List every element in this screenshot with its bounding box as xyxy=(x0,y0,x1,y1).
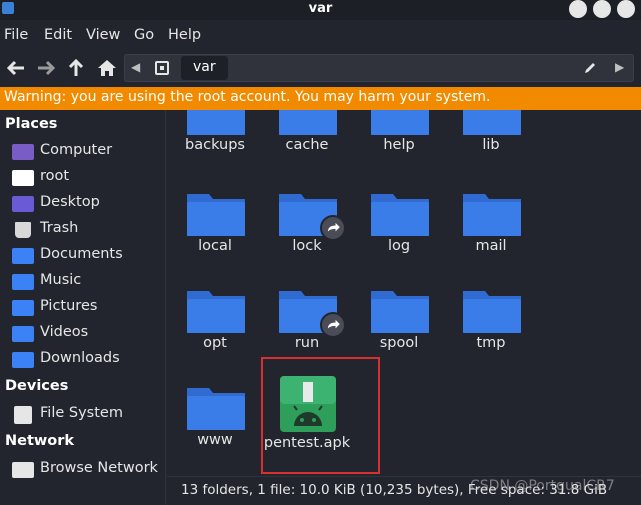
breadcrumb-var[interactable]: var xyxy=(181,56,228,80)
sidebar-item-browse-network[interactable]: Browse Network xyxy=(12,459,162,481)
sidebar-item-label: Trash xyxy=(40,220,79,236)
places-header: Places xyxy=(5,116,58,132)
folder-icon xyxy=(371,110,429,135)
title-bar: var xyxy=(0,0,641,20)
folder-cache[interactable]: cache xyxy=(262,110,352,177)
location-bar[interactable]: ◀ var ▶ xyxy=(124,54,634,82)
videos-icon xyxy=(12,326,34,342)
home-folder-icon xyxy=(12,170,34,186)
folder-icon xyxy=(187,110,245,135)
sidebar-item-trash[interactable]: Trash xyxy=(12,219,162,241)
menu-edit[interactable]: Edit xyxy=(44,27,72,43)
menu-view[interactable]: View xyxy=(86,27,120,43)
sidebar-item-root[interactable]: root xyxy=(12,167,162,189)
sidebar-item-label: Pictures xyxy=(40,298,98,314)
home-icon[interactable] xyxy=(95,56,119,80)
file-name: cache xyxy=(285,137,329,153)
highlight-box xyxy=(261,357,380,474)
close-button[interactable] xyxy=(617,0,635,18)
folder-icon xyxy=(187,291,245,333)
folder-local[interactable]: local xyxy=(170,188,260,278)
folder-icon xyxy=(371,194,429,236)
menu-go[interactable]: Go xyxy=(134,27,154,43)
trash-icon xyxy=(15,222,31,238)
folder-icon xyxy=(463,291,521,333)
sidebar-item-label: root xyxy=(40,168,70,184)
sidebar-item-label: Documents xyxy=(40,246,123,262)
file-name: backups xyxy=(185,137,245,153)
window-title: var xyxy=(308,1,333,16)
folder-backups[interactable]: backups xyxy=(170,110,260,177)
sidebar-item-documents[interactable]: Documents xyxy=(12,245,162,267)
minimize-button[interactable] xyxy=(569,0,587,18)
sidebar: Places Computer root Desktop Trash Docum… xyxy=(0,110,166,505)
folder-tmp[interactable]: tmp xyxy=(446,285,536,375)
menu-help[interactable]: Help xyxy=(168,27,201,43)
sidebar-item-desktop[interactable]: Desktop xyxy=(12,193,162,215)
folder-icon xyxy=(463,194,521,236)
folder-icon xyxy=(371,291,429,333)
folder-help[interactable]: help xyxy=(354,110,444,177)
file-name: lib xyxy=(482,137,500,153)
sidebar-item-label: Videos xyxy=(40,324,89,340)
file-name: tmp xyxy=(476,335,506,351)
sidebar-item-label: Downloads xyxy=(40,350,120,366)
forward-arrow-icon[interactable] xyxy=(34,56,58,80)
documents-icon xyxy=(12,248,34,264)
toolbar: ◀ var ▶ xyxy=(0,50,641,86)
devices-header: Devices xyxy=(5,378,69,394)
root-warning-banner: Warning: you are using the root account.… xyxy=(0,87,641,110)
folder-lock[interactable]: lock xyxy=(262,188,352,278)
network-header: Network xyxy=(5,433,75,449)
scroll-left-icon[interactable]: ◀ xyxy=(131,60,140,74)
watermark: CSDN @PortgualCR7 xyxy=(470,478,615,494)
folder-www[interactable]: www xyxy=(170,382,260,472)
folder-opt[interactable]: opt xyxy=(170,285,260,375)
pictures-icon xyxy=(12,300,34,316)
menu-file[interactable]: File xyxy=(4,27,28,43)
filesystem-root-icon[interactable] xyxy=(155,61,169,75)
sidebar-item-file-system[interactable]: File System xyxy=(12,404,162,426)
file-name: lock xyxy=(292,238,322,254)
file-name: run xyxy=(294,335,320,351)
folder-icon xyxy=(463,110,521,135)
desktop-icon xyxy=(12,196,34,212)
file-name: www xyxy=(197,432,233,448)
music-icon xyxy=(12,274,34,290)
folder-icon xyxy=(187,194,245,236)
file-name: mail xyxy=(475,238,507,254)
sidebar-item-label: Desktop xyxy=(40,194,100,210)
file-name: log xyxy=(387,238,411,254)
computer-icon xyxy=(12,144,34,160)
folder-log[interactable]: log xyxy=(354,188,444,278)
file-name: opt xyxy=(203,335,227,351)
sidebar-item-label: Browse Network xyxy=(40,460,158,476)
sidebar-item-computer[interactable]: Computer xyxy=(12,141,162,163)
network-icon xyxy=(12,462,34,478)
edit-pencil-icon[interactable] xyxy=(583,61,597,75)
maximize-button[interactable] xyxy=(593,0,611,18)
file-view[interactable]: backups cache help lib local lock log ma… xyxy=(167,110,641,476)
sidebar-item-downloads[interactable]: Downloads xyxy=(12,349,162,371)
sidebar-item-pictures[interactable]: Pictures xyxy=(12,297,162,319)
sidebar-item-label: Computer xyxy=(40,142,113,158)
folder-icon xyxy=(187,388,245,430)
menu-bar: File Edit View Go Help xyxy=(0,20,641,50)
folder-icon xyxy=(279,110,337,135)
file-name: help xyxy=(383,137,415,153)
sidebar-item-music[interactable]: Music xyxy=(12,271,162,293)
file-name: spool xyxy=(379,335,419,351)
downloads-icon xyxy=(12,352,34,368)
up-arrow-icon[interactable] xyxy=(64,56,88,80)
file-name: local xyxy=(198,238,232,254)
drive-icon xyxy=(14,406,32,424)
sidebar-item-label: File System xyxy=(40,405,123,421)
back-arrow-icon[interactable] xyxy=(4,56,28,80)
sidebar-item-label: Music xyxy=(40,272,82,288)
scroll-right-icon[interactable]: ▶ xyxy=(615,60,624,74)
sidebar-item-videos[interactable]: Videos xyxy=(12,323,162,345)
folder-mail[interactable]: mail xyxy=(446,188,536,278)
folder-lib[interactable]: lib xyxy=(446,110,536,177)
